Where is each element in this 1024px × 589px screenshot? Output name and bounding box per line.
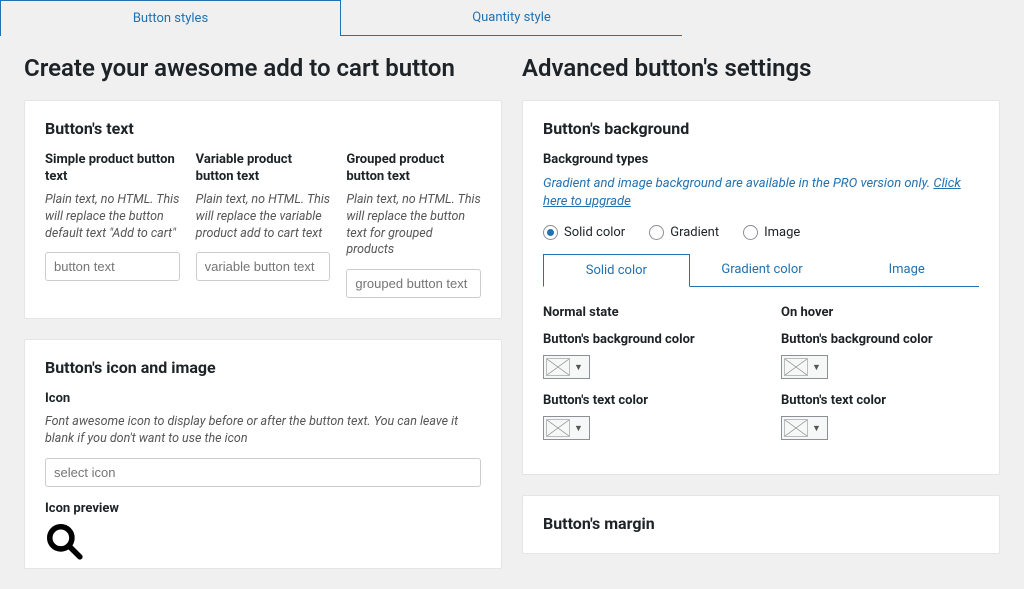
icon-preview-label: Icon preview: [45, 501, 481, 516]
tab-quantity-style[interactable]: Quantity style: [341, 0, 682, 36]
magnifier-icon: [45, 522, 83, 560]
chevron-down-icon: ▼: [570, 362, 587, 373]
subtab-gradient-color[interactable]: Gradient color: [690, 254, 835, 286]
icon-preview: [45, 522, 481, 564]
hover-text-color-picker[interactable]: ▼: [781, 416, 828, 440]
radio-label: Image: [764, 225, 800, 240]
radio-image[interactable]: Image: [743, 225, 800, 240]
card-title-buttons-margin: Button's margin: [543, 514, 979, 533]
card-title-buttons-icon: Button's icon and image: [45, 358, 481, 377]
radio-label: Gradient: [670, 225, 719, 240]
icon-desc: Font awesome icon to display before or a…: [45, 414, 481, 448]
color-swatch-empty-icon: [546, 419, 570, 437]
top-tabs: Button styles Quantity style: [0, 0, 1024, 36]
normal-bg-color-label: Button's background color: [543, 332, 741, 347]
radio-icon: [543, 225, 558, 240]
chevron-down-icon: ▼: [808, 362, 825, 373]
card-buttons-margin: Button's margin: [522, 495, 1000, 554]
icon-label: Icon: [45, 391, 481, 406]
grouped-product-title: Grouped product button text: [346, 152, 481, 186]
pro-notice-text: Gradient and image background are availa…: [543, 176, 933, 191]
variable-product-title: Variable product button text: [196, 152, 331, 186]
radio-gradient[interactable]: Gradient: [649, 225, 719, 240]
icon-select-input[interactable]: [45, 458, 481, 487]
simple-product-desc: Plain text, no HTML. This will replace t…: [45, 192, 180, 243]
variable-product-desc: Plain text, no HTML. This will replace t…: [196, 192, 331, 243]
subtab-image[interactable]: Image: [834, 254, 979, 286]
hover-bg-color-label: Button's background color: [781, 332, 979, 347]
color-swatch-empty-icon: [784, 419, 808, 437]
hover-bg-color-picker[interactable]: ▼: [781, 355, 828, 379]
normal-state-title: Normal state: [543, 305, 741, 320]
card-buttons-background: Button's background Background types Gra…: [522, 100, 1000, 475]
variable-product-input[interactable]: [196, 252, 331, 281]
normal-bg-color-picker[interactable]: ▼: [543, 355, 590, 379]
normal-text-color-picker[interactable]: ▼: [543, 416, 590, 440]
simple-product-title: Simple product button text: [45, 152, 180, 186]
grouped-product-desc: Plain text, no HTML. This will replace t…: [346, 192, 481, 260]
chevron-down-icon: ▼: [808, 423, 825, 434]
normal-text-color-label: Button's text color: [543, 393, 741, 408]
subtab-solid-color[interactable]: Solid color: [543, 254, 690, 287]
radio-solid-color[interactable]: Solid color: [543, 225, 625, 240]
hover-text-color-label: Button's text color: [781, 393, 979, 408]
grouped-product-input[interactable]: [346, 269, 481, 298]
radio-icon: [649, 225, 664, 240]
page-title-right: Advanced button's settings: [522, 54, 1000, 82]
card-buttons-icon: Button's icon and image Icon Font awesom…: [24, 339, 502, 569]
page-title-left: Create your awesome add to cart button: [24, 54, 502, 82]
card-title-buttons-background: Button's background: [543, 119, 979, 138]
card-title-buttons-text: Button's text: [45, 119, 481, 138]
radio-label: Solid color: [564, 225, 625, 240]
card-buttons-text: Button's text Simple product button text…: [24, 100, 502, 319]
color-swatch-empty-icon: [784, 358, 808, 376]
background-types-label: Background types: [543, 152, 979, 167]
background-subtabs: Solid color Gradient color Image: [543, 254, 979, 287]
pro-notice: Gradient and image background are availa…: [543, 175, 979, 211]
background-type-radios: Solid color Gradient Image: [543, 225, 979, 240]
chevron-down-icon: ▼: [570, 423, 587, 434]
simple-product-input[interactable]: [45, 252, 180, 281]
radio-icon: [743, 225, 758, 240]
color-swatch-empty-icon: [546, 358, 570, 376]
hover-state-title: On hover: [781, 305, 979, 320]
tab-button-styles[interactable]: Button styles: [0, 0, 341, 36]
